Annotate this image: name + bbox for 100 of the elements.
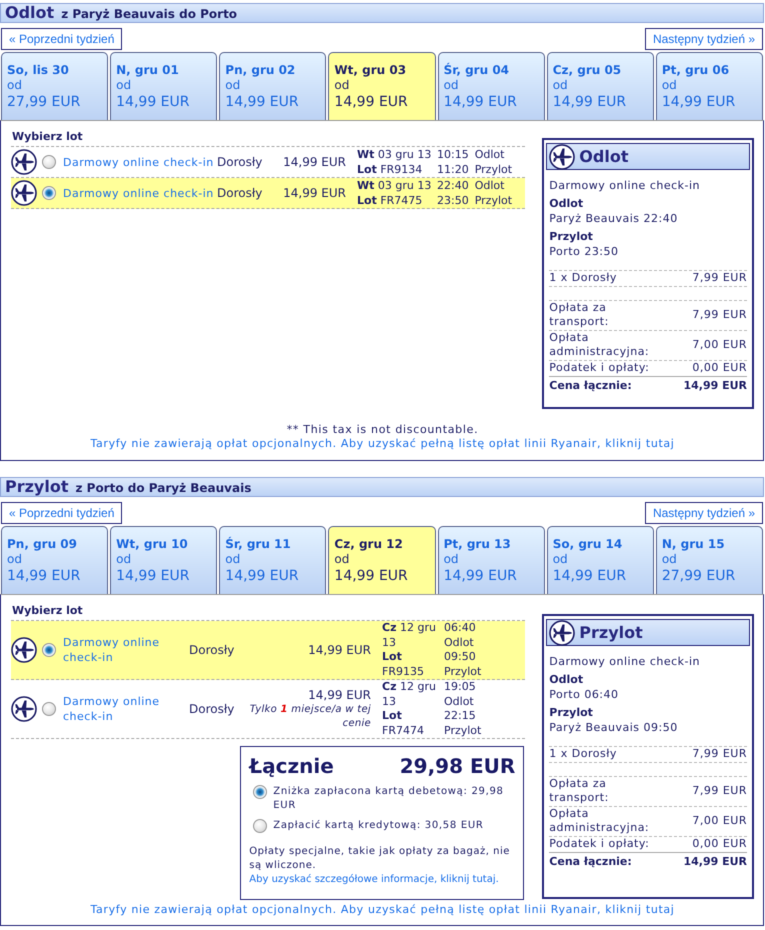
fare-amount: 0,00 EUR xyxy=(692,361,747,375)
passenger-type: Dorosły xyxy=(217,155,262,169)
fee-label: Podatek i opłaty: xyxy=(549,837,650,851)
payment-option-text: Zniżka zapłacona kartą debetową: 29,98 EUR xyxy=(273,785,505,813)
day-tab[interactable]: Pt, gru 13 od 14,99 EUR xyxy=(438,526,545,594)
section-heading: Wybierz lot xyxy=(11,604,83,618)
flight-number: Lot FR9134 xyxy=(357,162,422,177)
departure-time: 06:40 xyxy=(444,621,476,636)
arrival-label: Przylot xyxy=(444,664,482,679)
day-tab[interactable]: Wt, gru 10 od 14,99 EUR xyxy=(110,526,218,594)
departure-time: 10:15 xyxy=(437,147,469,162)
airplane-icon xyxy=(11,180,37,206)
radio-button[interactable] xyxy=(42,643,56,657)
next-week-button[interactable]: Następny tydzień » xyxy=(644,502,763,524)
summary-title: Odlot xyxy=(579,147,628,166)
radio-button[interactable] xyxy=(253,785,268,799)
day-tab[interactable]: Śr, gru 04 od 14,99 EUR xyxy=(438,52,545,120)
departure-time: 22:40 xyxy=(437,178,469,193)
radio-button[interactable] xyxy=(253,819,268,833)
fare-price: 14,99 EUR xyxy=(308,687,371,703)
departure-heading: Odlot xyxy=(549,672,584,687)
fee-label: Opłata za transport: xyxy=(549,301,610,329)
summary-title: Przylot xyxy=(579,623,643,642)
passenger-fare-label: 1 x Dorosły xyxy=(549,271,617,285)
flight-number: Lot FR7474 xyxy=(382,709,425,738)
checkin-link[interactable]: Darmowy online check-in xyxy=(63,635,189,665)
arrival-info: Porto 23:50 xyxy=(549,244,619,259)
day-tab[interactable]: Pt, gru 06 od 14,99 EUR xyxy=(656,52,763,120)
airplane-icon xyxy=(549,620,576,646)
section-heading: Wybierz lot xyxy=(11,130,83,144)
arrival-label: Przylot xyxy=(474,193,512,208)
arrival-heading: Przylot xyxy=(549,705,593,720)
grand-total-amount: 29,98 EUR xyxy=(400,753,516,779)
flight-row[interactable]: Darmowy online check-in Dorosły 14,99 EUR Cz 12 gru 13 06:40 Odlot Lot FR9135 09:50 Przylot xyxy=(11,621,526,680)
total-amount: 14,99 EUR xyxy=(683,854,747,869)
checkin-link[interactable]: Darmowy online check-in xyxy=(63,186,214,200)
details-link[interactable]: Aby uzyskać szczegółowe informacje, kliknij tutaj. xyxy=(249,874,499,885)
airplane-icon xyxy=(11,696,37,722)
flight-row[interactable]: Darmowy online check-in Dorosły 14,99 EUR Wt 03 gru 13 22:40 Odlot Lot FR7475 23:50 Przylot xyxy=(11,178,526,209)
fare-price: 14,99 EUR xyxy=(308,642,371,658)
route-text: z Porto do Paryż Beauvais xyxy=(75,480,252,497)
passenger-type: Dorosły xyxy=(189,643,234,657)
passenger-fare-label: 1 x Dorosły xyxy=(549,747,617,761)
footnote-text: ** This tax is not discountable. xyxy=(286,423,478,437)
flight-date: Cz 12 gru 13 xyxy=(382,680,437,709)
airplane-icon xyxy=(11,149,37,175)
day-tab[interactable]: N, gru 15 od 27,99 EUR xyxy=(656,526,763,594)
arrival-info: Paryż Beauvais 09:50 xyxy=(549,720,678,735)
fare-amount: 7,99 EUR xyxy=(692,747,747,761)
day-tab[interactable]: Wt, gru 03 od 14,99 EUR xyxy=(328,52,436,120)
radio-button[interactable] xyxy=(42,702,56,716)
flight-number: Lot FR7475 xyxy=(357,193,422,208)
fare-price: 14,99 EUR xyxy=(283,154,346,170)
route-text: z Paryż Beauvais do Porto xyxy=(61,6,238,23)
grand-total-label: Łącznie xyxy=(249,753,334,779)
departure-label: Odlot xyxy=(474,178,504,193)
flight-date: Cz 12 gru 13 xyxy=(382,621,437,650)
total-label: Cena łącznie: xyxy=(549,378,632,393)
departure-info: Porto 06:40 xyxy=(549,687,619,702)
flight-number: Lot FR9135 xyxy=(382,650,425,679)
departure-info: Paryż Beauvais 22:40 xyxy=(549,211,678,226)
arrival-heading: Przylot xyxy=(549,229,593,244)
next-week-button[interactable]: Następny tydzień » xyxy=(644,28,763,50)
day-tab[interactable]: Pn, gru 02 od 14,99 EUR xyxy=(219,52,326,120)
total-amount: 14,99 EUR xyxy=(683,378,747,393)
checkin-link[interactable]: Darmowy online check-in xyxy=(63,694,189,724)
checkin-link[interactable]: Darmowy online check-in xyxy=(63,154,214,170)
passenger-type: Dorosły xyxy=(189,702,234,716)
fare-amount: 7,99 EUR xyxy=(692,271,747,285)
day-tab[interactable]: Cz, gru 12 od 14,99 EUR xyxy=(328,526,436,594)
day-tab[interactable]: Pn, gru 09 od 14,99 EUR xyxy=(1,526,108,594)
flight-date: Wt 03 gru 13 xyxy=(357,147,432,162)
radio-button[interactable] xyxy=(42,186,56,200)
previous-week-button[interactable]: « Poprzedni tydzień xyxy=(1,502,122,524)
fee-label: Opłata administracyjna: xyxy=(549,331,650,359)
fare-amount: 7,00 EUR xyxy=(692,338,747,352)
arrival-time: 11:20 xyxy=(437,162,469,177)
departure-time: 19:05 xyxy=(444,680,476,694)
radio-button[interactable] xyxy=(42,155,56,169)
payment-option-text: Zapłacić kartą kredytową: 30,58 EUR xyxy=(273,819,484,833)
day-tab[interactable]: Śr, gru 11 od 14,99 EUR xyxy=(219,526,326,594)
fare-amount: 7,99 EUR xyxy=(692,308,747,322)
fares-link[interactable]: Taryfy nie zawierają opłat opcjonalnych. Aby uzyskać pełną listę opłat linii Ryanair, kliknij tutaj xyxy=(90,437,675,451)
arrival-time: 22:15 xyxy=(444,709,476,724)
day-tab[interactable]: N, gru 01 od 14,99 EUR xyxy=(110,52,218,120)
flight-date: Wt 03 gru 13 xyxy=(357,178,432,193)
fares-link[interactable]: Taryfy nie zawierają opłat opcjonalnych. Aby uzyskać pełną listę opłat linii Ryanair, kliknij tutaj xyxy=(90,903,675,917)
previous-week-button[interactable]: « Poprzedni tydzień xyxy=(1,28,122,50)
day-tab[interactable]: So, lis 30 od 27,99 EUR xyxy=(1,52,108,120)
section-title: Przylot xyxy=(5,478,68,496)
seat-note: Tylko 1 miejsce/a w tej cenie xyxy=(248,703,371,731)
day-tab[interactable]: So, gru 14 od 14,99 EUR xyxy=(546,526,654,594)
checkin-text: Darmowy online check-in xyxy=(549,654,700,669)
arrival-time: 09:50 xyxy=(444,650,476,664)
arrival-time: 23:50 xyxy=(437,193,469,208)
day-tab[interactable]: Cz, gru 05 od 14,99 EUR xyxy=(546,52,654,120)
departure-label: Odlot xyxy=(444,694,474,709)
fee-label: Podatek i opłaty: xyxy=(549,361,650,375)
section-title: Odlot xyxy=(5,4,54,22)
fare-price: 14,99 EUR xyxy=(283,185,346,201)
